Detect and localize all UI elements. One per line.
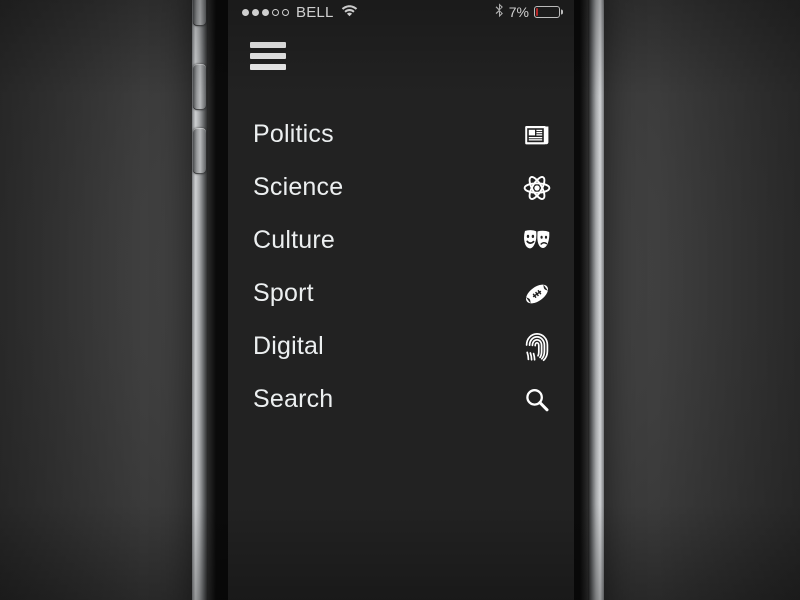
magnifying-glass-icon	[522, 385, 552, 415]
hamburger-bar	[250, 53, 286, 59]
menu-item-label: Digital	[253, 332, 324, 360]
mute-switch[interactable]	[193, 0, 206, 26]
main-menu: Politics Science Culture Sport Digital S…	[228, 108, 574, 426]
signal-dot-empty	[272, 8, 279, 16]
newspaper-icon	[522, 120, 552, 150]
menu-item-culture[interactable]: Culture	[228, 214, 574, 267]
menu-item-label: Science	[253, 173, 344, 201]
phone-right-rail	[588, 0, 604, 600]
phone-device: BELL 7% Politics Science Culture Sport D…	[192, 0, 604, 600]
signal-dot-filled	[252, 8, 259, 16]
menu-item-label: Politics	[253, 120, 334, 148]
theater-masks-icon	[522, 226, 552, 256]
menu-item-label: Search	[253, 385, 334, 413]
atom-icon	[522, 173, 552, 203]
status-bar-left: BELL	[242, 4, 358, 21]
hamburger-menu-icon[interactable]	[250, 42, 286, 70]
carrier-label: BELL	[296, 3, 334, 21]
hamburger-bar	[250, 64, 286, 70]
signal-dot-filled	[242, 8, 249, 16]
status-bar-right: 7%	[495, 3, 560, 21]
screenshot-stage: BELL 7% Politics Science Culture Sport D…	[0, 0, 800, 600]
status-bar: BELL 7%	[228, 0, 574, 24]
menu-item-search[interactable]: Search	[228, 373, 574, 426]
signal-dot-empty	[282, 8, 289, 16]
signal-dot-filled	[262, 8, 269, 16]
menu-item-sport[interactable]: Sport	[228, 267, 574, 320]
menu-item-politics[interactable]: Politics	[228, 108, 574, 161]
hamburger-bar	[250, 42, 286, 48]
battery-icon	[534, 6, 560, 18]
menu-item-science[interactable]: Science	[228, 161, 574, 214]
menu-item-label: Sport	[253, 279, 314, 307]
football-icon	[522, 279, 552, 309]
signal-strength-dots	[242, 8, 289, 16]
menu-item-label: Culture	[253, 226, 335, 254]
fingerprint-icon	[522, 332, 552, 362]
battery-fill	[536, 8, 538, 16]
volume-up-button[interactable]	[193, 64, 206, 110]
volume-down-button[interactable]	[193, 128, 206, 174]
bluetooth-icon	[495, 3, 504, 21]
wifi-icon	[341, 4, 358, 20]
battery-percent-label: 7%	[508, 4, 529, 20]
phone-screen: BELL 7% Politics Science Culture Sport D…	[228, 0, 574, 600]
menu-item-digital[interactable]: Digital	[228, 320, 574, 373]
